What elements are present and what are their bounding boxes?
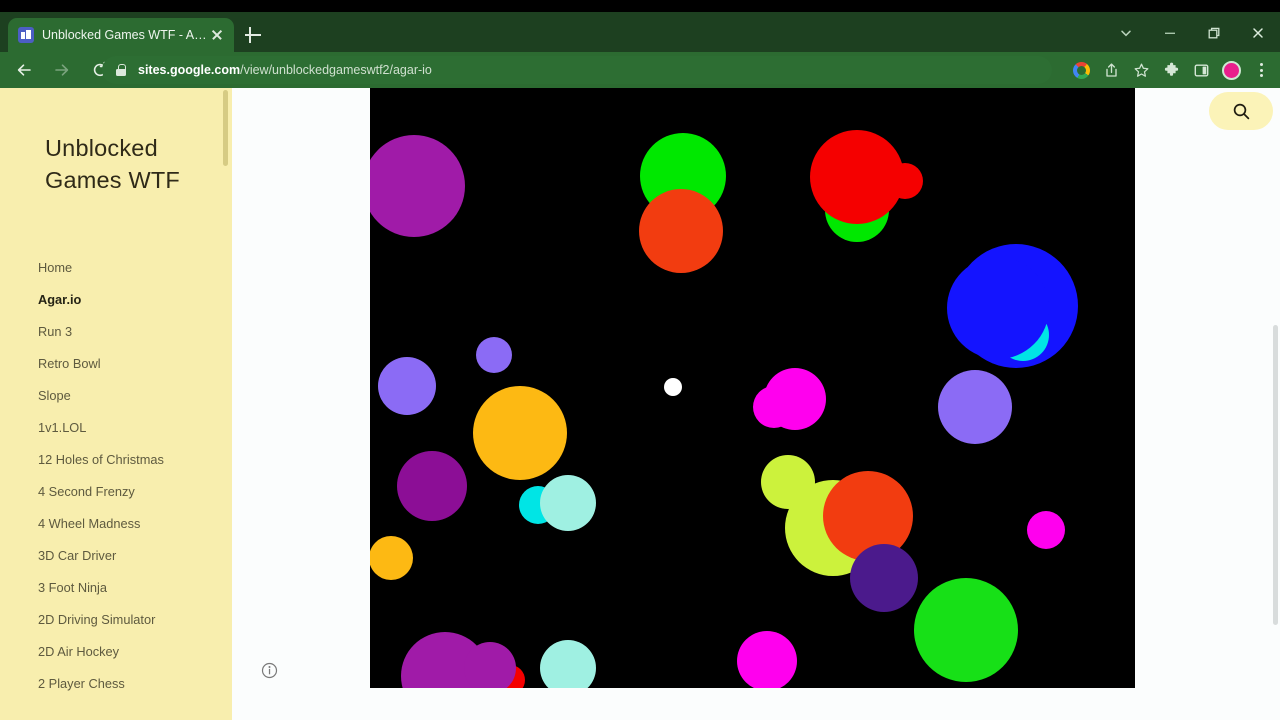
toolbar-actions — [1066, 54, 1276, 86]
nav-item-4-wheel-madness[interactable]: 4 Wheel Madness — [38, 508, 228, 540]
game-cell — [1027, 511, 1065, 549]
nav-item-agar-io[interactable]: Agar.io — [38, 284, 228, 316]
close-window-icon[interactable] — [1236, 14, 1280, 52]
lock-icon — [115, 63, 127, 77]
game-cell — [737, 631, 797, 688]
game-cell — [753, 386, 795, 428]
side-panel-icon[interactable] — [1186, 55, 1216, 85]
page-scrollbar[interactable] — [1273, 325, 1278, 625]
game-cell — [473, 386, 567, 480]
nav-item-1v1-lol[interactable]: 1v1.LOL — [38, 412, 228, 444]
game-cell — [540, 640, 596, 688]
search-button[interactable] — [1209, 92, 1273, 130]
nav-item-4-second-frenzy[interactable]: 4 Second Frenzy — [38, 476, 228, 508]
game-cell — [947, 257, 1049, 359]
game-cell — [370, 536, 413, 580]
game-cell — [370, 135, 465, 237]
bookmark-star-icon[interactable] — [1126, 55, 1156, 85]
game-cell — [938, 370, 1012, 444]
info-icon[interactable] — [261, 662, 278, 679]
nav-item-2d-driving-simulator[interactable]: 2D Driving Simulator — [38, 604, 228, 636]
restore-icon[interactable] — [1192, 14, 1236, 52]
nav-item-home[interactable]: Home — [38, 252, 228, 284]
site-sidebar: Unblocked Games WTF Home Agar.io Run 3 R… — [0, 88, 232, 720]
game-cell — [914, 578, 1018, 682]
site-nav: Home Agar.io Run 3 Retro Bowl Slope 1v1.… — [38, 252, 228, 700]
game-cell — [850, 544, 918, 612]
minimize-icon[interactable] — [1148, 14, 1192, 52]
agar-io-game-canvas[interactable] — [370, 88, 1135, 688]
site-title: Unblocked Games WTF — [45, 135, 180, 193]
google-sites-favicon — [18, 27, 34, 43]
game-cell — [464, 642, 516, 688]
page-content — [232, 88, 1280, 720]
nav-item-12-holes-of-christmas[interactable]: 12 Holes of Christmas — [38, 444, 228, 476]
tab-title: Unblocked Games WTF - Agar.io — [42, 28, 208, 42]
share-icon[interactable] — [1096, 55, 1126, 85]
nav-item-slope[interactable]: Slope — [38, 380, 228, 412]
profile-avatar[interactable] — [1216, 55, 1246, 85]
game-cell — [887, 163, 923, 199]
address-bar[interactable]: sites.google.com/view/unblockedgameswtf2… — [102, 56, 1052, 84]
game-cell — [476, 337, 512, 373]
back-arrow-icon[interactable] — [8, 54, 40, 86]
game-cell — [397, 451, 467, 521]
page-viewport: Unblocked Games WTF Home Agar.io Run 3 R… — [0, 88, 1280, 720]
new-tab-button[interactable] — [242, 24, 264, 46]
address-bar-url: sites.google.com/view/unblockedgameswtf2… — [138, 63, 432, 77]
nav-item-run-3[interactable]: Run 3 — [38, 316, 228, 348]
url-domain: sites.google.com — [138, 63, 241, 77]
nav-item-3d-car-driver[interactable]: 3D Car Driver — [38, 540, 228, 572]
nav-item-retro-bowl[interactable]: Retro Bowl — [38, 348, 228, 380]
browser-window: Unblocked Games WTF - Agar.io sites.goog… — [0, 0, 1280, 720]
game-cell — [664, 378, 682, 396]
browser-tab[interactable]: Unblocked Games WTF - Agar.io — [8, 18, 234, 52]
search-icon — [1233, 103, 1249, 119]
google-lens-icon[interactable] — [1066, 55, 1096, 85]
nav-item-2d-air-hockey[interactable]: 2D Air Hockey — [38, 636, 228, 668]
extensions-puzzle-icon[interactable] — [1156, 55, 1186, 85]
close-icon[interactable] — [208, 26, 226, 44]
forward-arrow-icon[interactable] — [46, 54, 78, 86]
game-cell — [639, 189, 723, 273]
nav-item-3-foot-ninja[interactable]: 3 Foot Ninja — [38, 572, 228, 604]
url-path: /view/unblockedgameswtf2/agar-io — [240, 63, 432, 77]
window-top-gap — [0, 0, 1280, 12]
sidebar-scrollbar[interactable] — [223, 90, 228, 166]
chevron-down-icon[interactable] — [1104, 14, 1148, 52]
chrome-menu-icon[interactable] — [1246, 55, 1276, 85]
game-cell — [378, 357, 436, 415]
window-controls — [1104, 14, 1280, 52]
nav-item-2-player-chess[interactable]: 2 Player Chess — [38, 668, 228, 700]
game-cell — [540, 475, 596, 531]
tab-strip: Unblocked Games WTF - Agar.io — [0, 0, 1280, 52]
